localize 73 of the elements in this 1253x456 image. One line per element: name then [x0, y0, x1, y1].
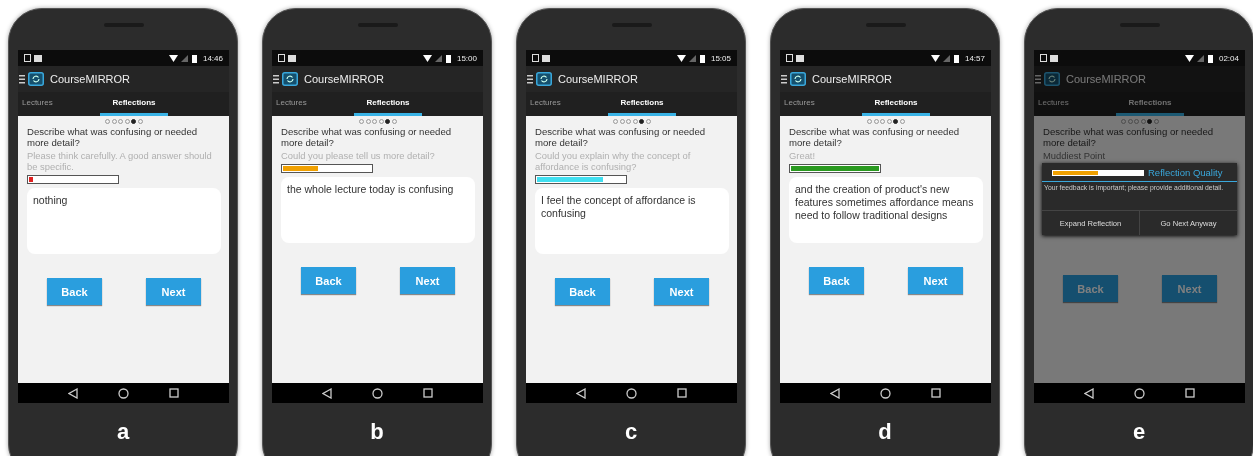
tab[interactable]: Reflections — [354, 92, 422, 116]
hint-text: Muddiest Point — [1043, 150, 1106, 161]
notification-icon — [24, 54, 44, 62]
hint-text: Great! — [789, 150, 817, 161]
signal-icon — [676, 53, 707, 63]
recents-nav-icon[interactable] — [677, 388, 687, 398]
signal-icon — [930, 53, 961, 63]
menu-icon[interactable] — [527, 74, 533, 84]
tab[interactable]: Reflections — [608, 92, 676, 116]
home-nav-icon[interactable] — [118, 387, 129, 399]
back-nav-icon[interactable] — [322, 387, 332, 399]
recents-nav-icon[interactable] — [1185, 388, 1195, 398]
tab[interactable]: Reflections — [1116, 92, 1184, 116]
recents-nav-icon[interactable] — [931, 388, 941, 398]
tab[interactable]: Lectures — [1034, 92, 1106, 116]
question-text: Describe what was confusing or needed more detail? — [27, 126, 199, 148]
app-title: CourseMIRROR — [558, 73, 639, 85]
answer-field[interactable]: the whole lecture today is confusing — [281, 177, 475, 243]
tab[interactable]: Reflections — [100, 92, 168, 116]
question-text: Describe what was confusing or needed more detail? — [789, 126, 961, 148]
signal-icon — [1184, 53, 1215, 63]
tab[interactable]: Lectures — [526, 92, 598, 116]
notification-icon — [1040, 54, 1060, 62]
app-logo-icon — [28, 72, 44, 86]
recents-nav-icon[interactable] — [423, 388, 433, 398]
home-nav-icon[interactable] — [1134, 387, 1145, 399]
tab[interactable]: Lectures — [18, 92, 90, 116]
figure-label: a — [115, 419, 131, 445]
figure-label: d — [877, 419, 893, 445]
answer-field[interactable]: nothing — [27, 188, 221, 254]
menu-icon[interactable] — [781, 74, 787, 84]
app-title: CourseMIRROR — [812, 73, 893, 85]
recents-nav-icon[interactable] — [169, 388, 179, 398]
menu-icon[interactable] — [19, 74, 25, 84]
home-nav-icon[interactable] — [372, 387, 383, 399]
back-nav-icon[interactable] — [830, 387, 840, 399]
app-logo-icon — [536, 72, 552, 86]
figure-label: c — [623, 419, 639, 445]
clock-text: 14:57 — [964, 53, 985, 63]
question-text: Describe what was confusing or needed more detail? — [1043, 126, 1215, 148]
clock-text: 14:46 — [202, 53, 223, 63]
back-nav-icon[interactable] — [1084, 387, 1094, 399]
figure-label: e — [1131, 419, 1147, 445]
dialog-title: Reflection Quality — [1148, 167, 1223, 178]
back-nav-icon[interactable] — [576, 387, 586, 399]
app-logo-icon — [282, 72, 298, 86]
clock-text: 15:00 — [456, 53, 477, 63]
clock-text: 02:04 — [1218, 53, 1239, 63]
notification-icon — [532, 54, 552, 62]
app-title: CourseMIRROR — [304, 73, 385, 85]
tab[interactable]: Lectures — [272, 92, 344, 116]
app-logo-icon — [790, 72, 806, 86]
answer-field[interactable]: I feel the concept of affordance is confusing — [535, 188, 729, 254]
home-nav-icon[interactable] — [626, 387, 637, 399]
notification-icon — [278, 54, 298, 62]
hint-text: Could you explain why the concept of affordance is confusing? — [535, 150, 692, 172]
notification-icon — [786, 54, 806, 62]
back-nav-icon[interactable] — [68, 387, 78, 399]
question-text: Describe what was confusing or needed more detail? — [281, 126, 453, 148]
question-text: Describe what was confusing or needed more detail? — [535, 126, 707, 148]
app-title: CourseMIRROR — [1066, 73, 1147, 85]
home-nav-icon[interactable] — [880, 387, 891, 399]
app-title: CourseMIRROR — [50, 73, 131, 85]
hint-text: Could you please tell us more detail? — [281, 150, 436, 161]
menu-icon[interactable] — [273, 74, 279, 84]
signal-icon — [422, 53, 453, 63]
signal-icon — [168, 53, 199, 63]
app-logo-icon — [1044, 72, 1060, 86]
figure-label: b — [369, 419, 385, 445]
clock-text: 15:05 — [710, 53, 731, 63]
tab[interactable]: Reflections — [862, 92, 930, 116]
tab[interactable]: Lectures — [780, 92, 852, 116]
answer-field[interactable]: and the creation of product's new features sometimes affordance means need to follow traditional designs — [789, 177, 983, 243]
